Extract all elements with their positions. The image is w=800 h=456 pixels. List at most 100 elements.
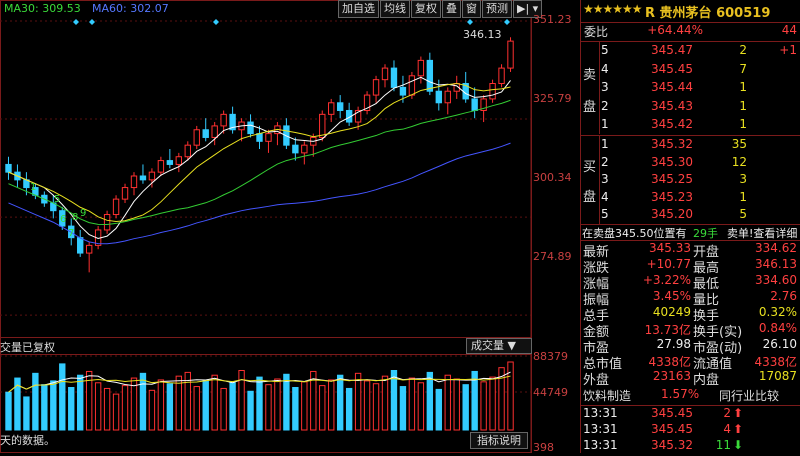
volume-bar (462, 384, 469, 431)
volume-bar (372, 383, 380, 431)
sell-row[interactable]: 2 345.43 1 (581, 99, 800, 117)
candle-body (121, 187, 129, 200)
stat-row: 最新 345.33 开盘 334.62 (581, 241, 800, 260)
volume-bar (121, 385, 129, 431)
candle-body (301, 144, 308, 154)
stat-value: 345.33 (649, 241, 691, 255)
down-arrow-icon: ⬇ (733, 438, 744, 452)
candle-body (498, 67, 505, 85)
event-marker-icon[interactable] (89, 19, 95, 25)
rating-stars: ★★★★★★ (583, 2, 643, 16)
volume-bar (390, 370, 398, 431)
volume-bar (23, 396, 30, 431)
signal-label: 6 (60, 214, 66, 225)
kline-chart[interactable]: 1 56 8 97 (0, 0, 580, 453)
volume-bar (166, 383, 174, 431)
chart-toolbar: 加自选 均线 复权 叠 窗 预测 ▶| ▾ (338, 0, 543, 18)
volume-bar (202, 380, 209, 431)
buy-level: 3 (601, 172, 609, 186)
window-button[interactable]: 窗 (462, 0, 481, 18)
high-price-label: 346.13 (463, 28, 502, 41)
industry-name[interactable]: 饮料制造 (583, 387, 631, 404)
buy-row[interactable]: 2 345.30 12 (581, 155, 800, 173)
candle-body (112, 198, 120, 216)
kline-chart-area[interactable]: 1 56897 MA30: 309.53 MA60: 302.07 加自选 均线 … (0, 0, 572, 454)
forecast-button[interactable]: 预测 (482, 0, 512, 18)
stat-row: 金额 13.73亿 换手(实) 0.84% (581, 321, 800, 340)
volume-bar (292, 387, 299, 431)
stock-title[interactable]: R 贵州茅台 600519 (645, 2, 770, 21)
event-marker-icon[interactable] (73, 19, 79, 25)
notice-detail-link[interactable]: 卖单!查看详细 (727, 225, 797, 241)
volume-bar (59, 363, 66, 431)
volume-bar (175, 375, 183, 431)
candle-body (130, 175, 138, 189)
stat-value: +10.77 (646, 257, 691, 271)
stat-value: 4338亿 (648, 355, 691, 369)
buy-level: 2 (601, 154, 609, 169)
candle-body (184, 144, 191, 158)
add-watchlist-button[interactable]: 加自选 (338, 0, 379, 18)
industry-compare-link[interactable]: 同行业比较 (719, 387, 779, 404)
volume-bar (354, 372, 362, 431)
y-tick: 351.23 (533, 13, 572, 26)
volume-bar (283, 373, 290, 431)
moving-average-button[interactable]: 均线 (380, 0, 410, 18)
sell-row[interactable]: 1 345.42 1 (581, 117, 800, 135)
tick-row: 13:31 345.32 11 ⬇ (581, 438, 800, 456)
sell-row[interactable]: 5 345.47 2 +1 (581, 43, 800, 61)
candle-body (148, 171, 156, 181)
candle-body (417, 59, 425, 77)
sell-volume: 1 (739, 80, 747, 94)
notice-text: 在卖盘345.50位置有 (582, 227, 687, 240)
overlay-button[interactable]: 叠 (442, 0, 461, 18)
tick-time: 13:31 (583, 422, 618, 436)
sell-row[interactable]: 3 345.44 1 (581, 80, 800, 98)
buy-price: 345.30 (651, 154, 693, 169)
data-note: 天的数据。 (0, 434, 55, 447)
y-tick: 325.79 (533, 92, 572, 105)
volume-bar (444, 374, 451, 431)
signal-label: 1 (30, 182, 36, 193)
candle-body (426, 59, 434, 92)
stat-label: 外盘 (583, 373, 610, 388)
stat-row: 总市值 4338亿 流通值 4338亿 (581, 353, 800, 372)
volume-bar (480, 381, 487, 431)
ma30-legend: MA30: 309.53 (4, 2, 81, 15)
sell-price: 345.45 (651, 61, 693, 76)
adjust-price-button[interactable]: 复权 (411, 0, 441, 18)
volume-bar (435, 388, 442, 431)
up-arrow-icon: ⬆ (733, 406, 744, 420)
event-marker-icon[interactable] (504, 19, 510, 25)
candle-body (157, 160, 165, 173)
tick-price: 345.32 (651, 438, 693, 452)
candle-body (256, 133, 263, 142)
candle-body (265, 133, 272, 142)
sell-volume: 1 (739, 117, 747, 131)
buy-volume: 3 (739, 172, 747, 186)
stat-value: 23163 (652, 369, 691, 383)
buy-row[interactable]: 1 345.32 35 (581, 137, 800, 155)
tick-volume: 11 (715, 438, 731, 452)
tick-volume: 2 (723, 406, 731, 420)
stat-value: 2.76 (770, 289, 797, 303)
buy-row[interactable]: 4 345.23 1 (581, 190, 800, 208)
sell-row[interactable]: 4 345.45 7 (581, 62, 800, 80)
stat-value: 346.13 (755, 257, 797, 271)
indicator-help-button[interactable]: 指标说明 (470, 432, 528, 449)
buy-volume: 35 (731, 137, 747, 151)
candle-body (166, 160, 174, 165)
event-marker-icon[interactable] (467, 19, 473, 25)
volume-bar (247, 390, 254, 431)
buy-row[interactable]: 5 345.20 5 (581, 207, 800, 225)
candle-body (328, 102, 335, 115)
volume-header-text: 交量已复权 (0, 341, 55, 354)
event-marker-icon[interactable] (213, 19, 219, 25)
volume-bar (489, 376, 496, 431)
volume-indicator-select[interactable]: 成交量 ▼ (466, 338, 532, 354)
buy-row[interactable]: 3 345.25 3 (581, 172, 800, 190)
volume-bar (220, 387, 227, 431)
stat-row: 涨幅 +3.22% 最低 334.60 (581, 273, 800, 292)
volume-bar (274, 378, 281, 431)
sell-level: 5 (601, 43, 609, 57)
